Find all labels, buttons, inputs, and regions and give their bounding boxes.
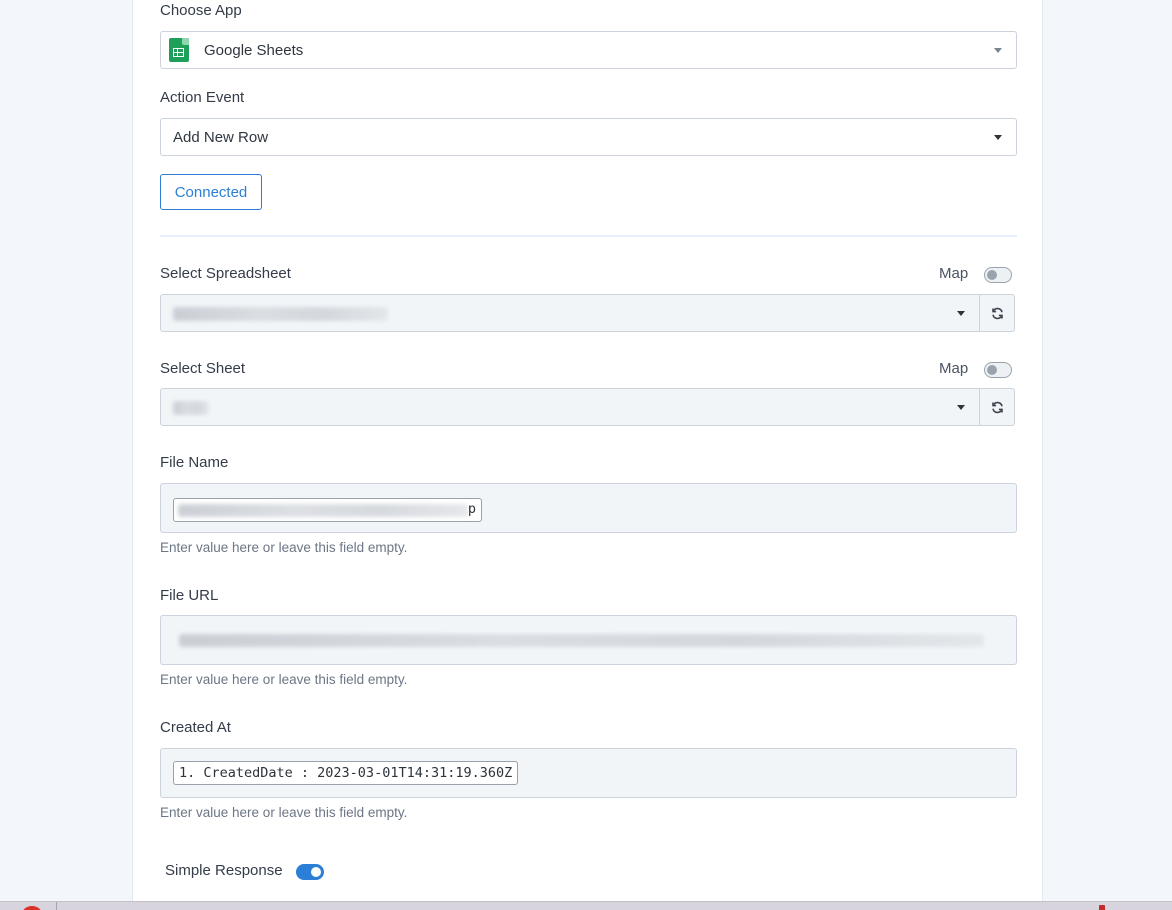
simple-response-toggle[interactable] <box>296 864 324 880</box>
chevron-down-icon <box>957 311 965 316</box>
redacted-sheet-name <box>173 401 209 415</box>
file-name-chip[interactable]: p <box>173 498 482 522</box>
action-event-label: Action Event <box>160 89 245 106</box>
spreadsheet-map-toggle[interactable] <box>984 267 1012 283</box>
action-event-value: Add New Row <box>173 128 269 146</box>
chevron-down-icon <box>994 48 1002 53</box>
choose-app-value: Google Sheets <box>204 41 304 59</box>
file-name-field[interactable]: p <box>160 483 1017 533</box>
google-sheets-icon <box>169 38 189 62</box>
choose-app-select[interactable]: Google Sheets <box>160 31 1017 69</box>
file-url-help: Enter value here or leave this field emp… <box>160 672 408 687</box>
created-at-field[interactable]: 1. CreatedDate : 2023-03-01T14:31:19.360… <box>160 748 1017 798</box>
file-name-label: File Name <box>160 454 229 471</box>
spreadsheet-map-label: Map <box>939 265 969 282</box>
redacted-spreadsheet-name <box>173 307 388 321</box>
taskbar-divider <box>56 902 57 910</box>
select-sheet-dropdown[interactable] <box>160 388 980 426</box>
connected-button[interactable]: Connected <box>160 174 262 210</box>
app-icon[interactable] <box>22 906 42 910</box>
redacted-file-name <box>178 504 468 517</box>
chevron-down-icon <box>994 135 1002 140</box>
created-at-label: Created At <box>160 719 231 736</box>
simple-response-label: Simple Response <box>165 862 283 879</box>
chevron-down-icon <box>957 405 965 410</box>
refresh-sheet-button[interactable] <box>980 388 1015 426</box>
file-url-field[interactable] <box>160 615 1017 665</box>
created-at-chip[interactable]: 1. CreatedDate : 2023-03-01T14:31:19.360… <box>173 761 519 785</box>
select-spreadsheet-label: Select Spreadsheet <box>160 265 291 282</box>
file-name-chip-suffix: p <box>467 501 476 517</box>
sheet-map-label: Map <box>939 360 969 377</box>
taskbar-strip <box>0 901 1172 910</box>
select-sheet-label: Select Sheet <box>160 360 246 377</box>
select-spreadsheet-dropdown[interactable] <box>160 294 980 332</box>
redacted-file-url <box>179 634 984 647</box>
sheet-map-toggle[interactable] <box>984 362 1012 378</box>
choose-app-label: Choose App <box>160 2 242 19</box>
file-url-label: File URL <box>160 587 219 604</box>
refresh-spreadsheet-button[interactable] <box>980 294 1015 332</box>
refresh-icon <box>991 401 1003 413</box>
notification-icon[interactable] <box>1099 905 1105 910</box>
refresh-icon <box>991 307 1003 319</box>
action-config-panel: Choose App Google Sheets Action Event Ad… <box>132 0 1043 902</box>
created-at-help: Enter value here or leave this field emp… <box>160 805 408 820</box>
action-event-select[interactable]: Add New Row <box>160 118 1017 156</box>
section-divider <box>160 235 1017 237</box>
file-name-help: Enter value here or leave this field emp… <box>160 540 408 555</box>
